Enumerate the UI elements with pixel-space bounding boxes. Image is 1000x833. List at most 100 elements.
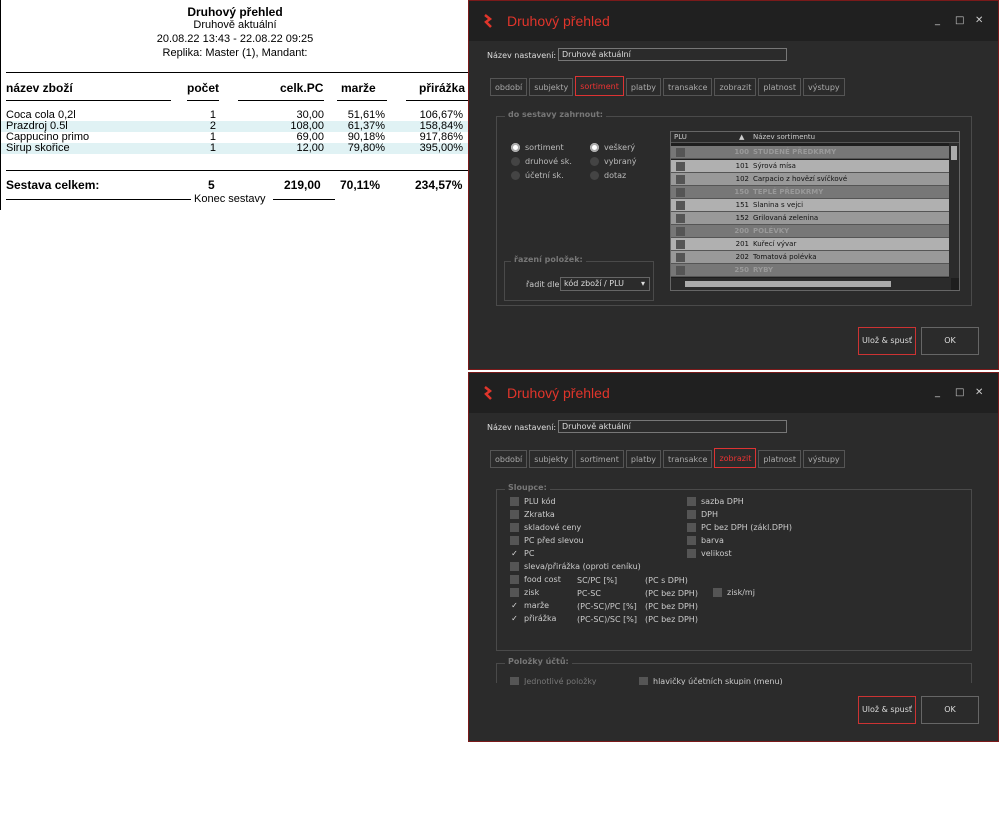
- checkbox[interactable]: [510, 510, 519, 519]
- grid-header-plu[interactable]: PLU: [674, 133, 687, 141]
- tab-platnost[interactable]: platnost: [758, 78, 801, 96]
- row-checkbox[interactable]: [676, 188, 685, 197]
- checkmark-icon[interactable]: ✓: [510, 601, 519, 610]
- checkbox[interactable]: [687, 510, 696, 519]
- col-food-cost[interactable]: food cost: [510, 575, 561, 584]
- col-zkratka[interactable]: Zkratka: [510, 510, 555, 519]
- col-velikost[interactable]: velikost: [687, 549, 732, 558]
- checkbox[interactable]: [510, 523, 519, 532]
- grid-row-group[interactable]: 200 POLÉVKY: [671, 225, 949, 238]
- assortment-grid[interactable]: PLU ▲ Název sortimentu 100 STUDENÉ PŘEDKR…: [670, 131, 960, 291]
- row-checkbox[interactable]: [676, 148, 685, 157]
- row-checkbox[interactable]: [676, 175, 685, 184]
- radio-vybrany[interactable]: vybraný: [590, 157, 637, 166]
- checkbox[interactable]: [510, 677, 519, 685]
- grid-row-group[interactable]: 100 STUDENÉ PŘEDKRMY: [671, 146, 949, 159]
- grid-row[interactable]: 152 Grilovaná zelenina: [671, 212, 949, 225]
- tab-transakce[interactable]: transakce: [663, 78, 713, 96]
- checkmark-icon[interactable]: ✓: [510, 549, 519, 558]
- minimize-button[interactable]: _: [935, 387, 940, 398]
- horizontal-scrollbar[interactable]: [671, 278, 951, 290]
- grid-row[interactable]: 101 Sýrová mísa: [671, 160, 949, 173]
- col-pc[interactable]: ✓ PC: [510, 549, 534, 558]
- grid-row[interactable]: 151 Slanina s vejci: [671, 199, 949, 212]
- checkbox[interactable]: [510, 562, 519, 571]
- col-sleva-prirazka[interactable]: sleva/přirážka (oproti ceníku): [510, 562, 641, 571]
- title-bar[interactable]: Druhový přehled _ □ ✕: [469, 373, 998, 413]
- col-barva[interactable]: barva: [687, 536, 724, 545]
- checkbox[interactable]: [713, 588, 722, 597]
- checkbox[interactable]: [687, 523, 696, 532]
- radio-veskery[interactable]: veškerý: [590, 143, 635, 152]
- tab-vystupy[interactable]: výstupy: [802, 450, 845, 468]
- col-prirazka[interactable]: ✓ přirážka: [510, 614, 556, 623]
- radio-druhove[interactable]: druhové sk.: [511, 157, 572, 166]
- tab-platby[interactable]: platby: [625, 78, 662, 96]
- tab-obdobi[interactable]: období: [490, 450, 528, 468]
- col-pc-bez-dph[interactable]: PC bez DPH (zákl.DPH): [687, 523, 792, 532]
- radio-ucetni[interactable]: účetní sk.: [511, 171, 564, 180]
- minimize-button[interactable]: _: [935, 15, 940, 26]
- checkbox[interactable]: [510, 575, 519, 584]
- save-run-button[interactable]: Ulož & spusť: [858, 327, 916, 355]
- row-checkbox[interactable]: [676, 214, 685, 223]
- grid-row[interactable]: 102 Carpacio z hovězí svíčkové: [671, 173, 949, 186]
- ok-button[interactable]: OK: [921, 696, 979, 724]
- col-pc-pred-slevou[interactable]: PC před slevou: [510, 536, 584, 545]
- setting-name-input[interactable]: Druhově aktuální: [558, 48, 787, 61]
- grid-row[interactable]: 201 Kuřecí vývar: [671, 238, 949, 251]
- grid-row-group[interactable]: 250 RYBY: [671, 264, 949, 277]
- checkbox[interactable]: [510, 536, 519, 545]
- checkbox[interactable]: [510, 497, 519, 506]
- row-checkbox[interactable]: [676, 266, 685, 275]
- row-checkbox[interactable]: [676, 253, 685, 262]
- col-zisk-mj[interactable]: zisk/mj: [713, 588, 755, 597]
- checkbox[interactable]: [687, 549, 696, 558]
- tab-sortiment[interactable]: sortiment: [575, 76, 624, 96]
- checkbox[interactable]: [639, 677, 648, 685]
- grid-row-group[interactable]: 150 TEPLÉ PŘEDKRMY: [671, 186, 949, 199]
- tab-zobrazit[interactable]: zobrazit: [714, 448, 757, 468]
- tab-obdobi[interactable]: období: [490, 78, 528, 96]
- col-sazba-dph[interactable]: sazba DPH: [687, 497, 744, 506]
- checkbox[interactable]: [510, 588, 519, 597]
- checkbox[interactable]: [687, 536, 696, 545]
- row-checkbox[interactable]: [676, 240, 685, 249]
- vertical-scrollbar[interactable]: [949, 143, 959, 278]
- checkmark-icon[interactable]: ✓: [510, 614, 519, 623]
- col-plu-kod[interactable]: PLU kód: [510, 497, 556, 506]
- item-hlavicky[interactable]: hlavičky účetních skupin (menu): [639, 677, 783, 685]
- save-run-button[interactable]: Ulož & spusť: [858, 696, 916, 724]
- radio-sortiment[interactable]: sortiment: [511, 143, 564, 152]
- scroll-thumb[interactable]: [685, 281, 891, 287]
- maximize-button[interactable]: □: [955, 15, 964, 26]
- row-checkbox[interactable]: [676, 201, 685, 210]
- tab-subjekty[interactable]: subjekty: [529, 78, 574, 96]
- close-button[interactable]: ✕: [975, 387, 983, 398]
- tab-subjekty[interactable]: subjekty: [529, 450, 574, 468]
- ok-button[interactable]: OK: [921, 327, 979, 355]
- tab-sortiment[interactable]: sortiment: [575, 450, 624, 468]
- col-marze[interactable]: ✓ marže: [510, 601, 549, 610]
- tab-transakce[interactable]: transakce: [663, 450, 713, 468]
- grid-row[interactable]: 202 Tomatová polévka: [671, 251, 949, 264]
- maximize-button[interactable]: □: [955, 387, 964, 398]
- col-skladove-ceny[interactable]: skladové ceny: [510, 523, 581, 532]
- tab-platby[interactable]: platby: [625, 450, 662, 468]
- row-checkbox[interactable]: [676, 162, 685, 171]
- close-button[interactable]: ✕: [975, 15, 983, 26]
- item-jednotlive[interactable]: Jednotlivé položky: [510, 677, 596, 685]
- tab-platnost[interactable]: platnost: [758, 450, 801, 468]
- grid-header-name[interactable]: Název sortimentu: [753, 133, 815, 141]
- tab-vystupy[interactable]: výstupy: [802, 78, 845, 96]
- title-bar[interactable]: Druhový přehled _ □ ✕: [469, 1, 998, 41]
- sort-select[interactable]: kód zboží / PLU ▾: [560, 277, 650, 291]
- row-checkbox[interactable]: [676, 227, 685, 236]
- tab-zobrazit[interactable]: zobrazit: [714, 78, 757, 96]
- setting-name-input[interactable]: Druhově aktuální: [558, 420, 787, 433]
- checkbox[interactable]: [687, 497, 696, 506]
- col-zisk[interactable]: zisk: [510, 588, 539, 597]
- col-dph[interactable]: DPH: [687, 510, 718, 519]
- scroll-thumb[interactable]: [951, 146, 957, 160]
- radio-dotaz[interactable]: dotaz: [590, 171, 626, 180]
